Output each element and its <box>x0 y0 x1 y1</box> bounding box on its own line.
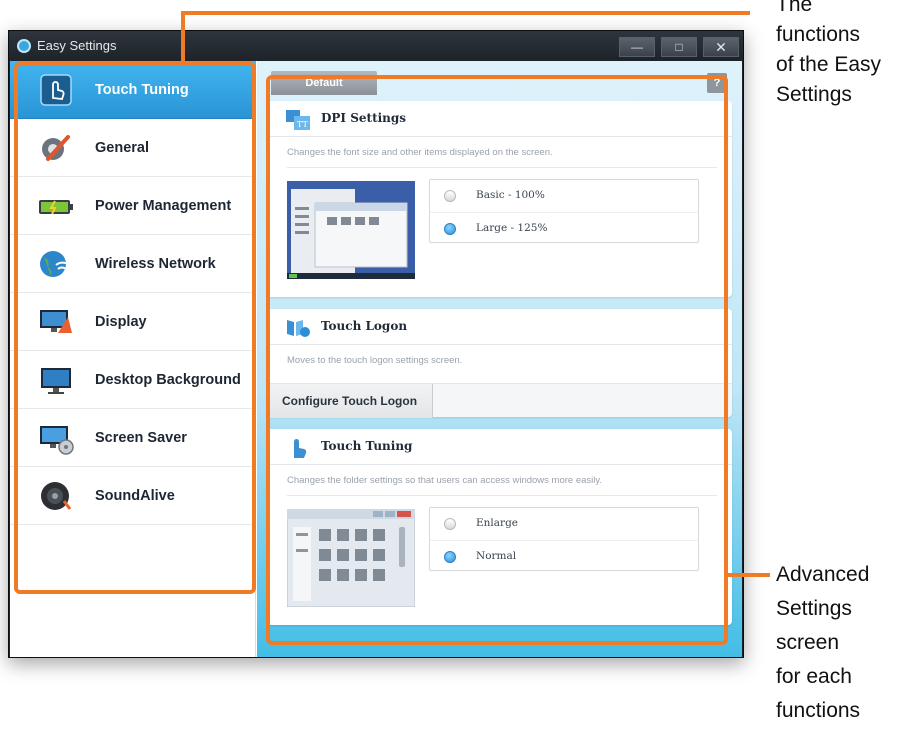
annotation-line: Settings <box>776 597 852 620</box>
annotation-line: of the Easy <box>776 53 882 76</box>
annotation-line: screen <box>776 631 840 654</box>
sidebar-highlight-box <box>14 62 256 594</box>
callout-line <box>726 573 770 577</box>
title-bar[interactable]: Easy Settings — □ <box>9 31 743 61</box>
app-logo-icon <box>17 39 31 53</box>
window-title: Easy Settings <box>37 38 117 53</box>
annotation-line: The <box>776 0 813 16</box>
callout-line <box>181 11 750 15</box>
minimize-button[interactable]: — <box>619 37 655 57</box>
settings-highlight-box <box>266 75 728 645</box>
advanced-settings-annotation: Advanced Settings screen for each functi… <box>776 558 869 728</box>
callout-line <box>181 11 185 64</box>
annotation-line: Advanced <box>776 563 870 586</box>
maximize-button[interactable]: □ <box>661 37 697 57</box>
annotation-line: Settings <box>776 83 852 106</box>
manual-page: Easy Settings — □ Touch Tuning General P… <box>0 0 913 737</box>
annotation-line: functions <box>776 23 861 46</box>
close-icon <box>716 42 726 52</box>
annotation-line: functions <box>776 699 861 722</box>
close-button[interactable] <box>703 37 739 57</box>
functions-annotation: The functions of the Easy Settings <box>776 0 881 110</box>
annotation-line: for each <box>776 665 852 688</box>
